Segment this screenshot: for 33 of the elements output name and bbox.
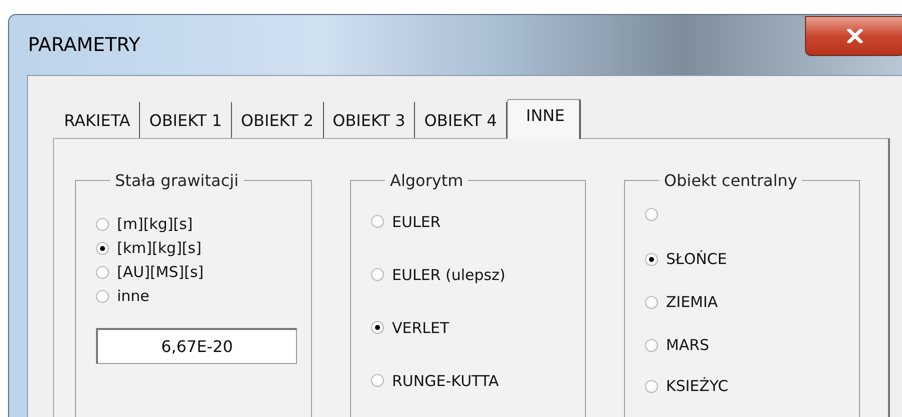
radio-label[interactable]: VERLET [392, 318, 450, 336]
group-title: Algorytm [389, 171, 464, 190]
radio-label[interactable]: ZIEMIA [666, 293, 718, 311]
radio-label[interactable]: SŁOŃCE [666, 250, 727, 268]
radio-label[interactable]: [m][kg][s] [117, 215, 193, 233]
radio-button[interactable] [371, 374, 384, 387]
group-title: Obiekt centralny [663, 171, 798, 190]
radio-label[interactable]: EULER [392, 212, 441, 230]
radio-button[interactable] [96, 218, 109, 230]
radio-label[interactable]: EULER (ulepsz) [392, 266, 506, 284]
radio-button[interactable] [371, 215, 384, 228]
radio-button[interactable] [645, 380, 658, 392]
radio-button[interactable] [645, 296, 658, 308]
radio-label[interactable]: inne [117, 287, 150, 305]
group-title: Stała grawitacji [114, 171, 240, 190]
window-title: PARAMETRY [28, 34, 140, 56]
close-button[interactable] [805, 16, 902, 56]
close-icon [847, 29, 863, 43]
input-field[interactable]: 6,67E-20 [96, 328, 297, 364]
radio-button[interactable] [371, 321, 384, 334]
radio-label[interactable]: [AU][MS][s] [117, 263, 204, 281]
tab[interactable]: INNE [506, 99, 581, 139]
radio-button[interactable] [96, 266, 109, 278]
radio-button[interactable] [96, 290, 109, 302]
radio-button[interactable] [645, 252, 658, 266]
radio-label[interactable]: KSIEŻYC [666, 377, 728, 395]
radio-label[interactable]: [km][kg][s] [117, 239, 202, 257]
radio-button[interactable] [645, 208, 658, 220]
radio-label[interactable]: RUNGE-KUTTA [392, 372, 499, 390]
radio-button[interactable] [645, 338, 658, 352]
radio-button[interactable] [371, 268, 384, 281]
radio-button[interactable] [96, 242, 109, 254]
radio-label[interactable]: MARS [666, 336, 710, 354]
